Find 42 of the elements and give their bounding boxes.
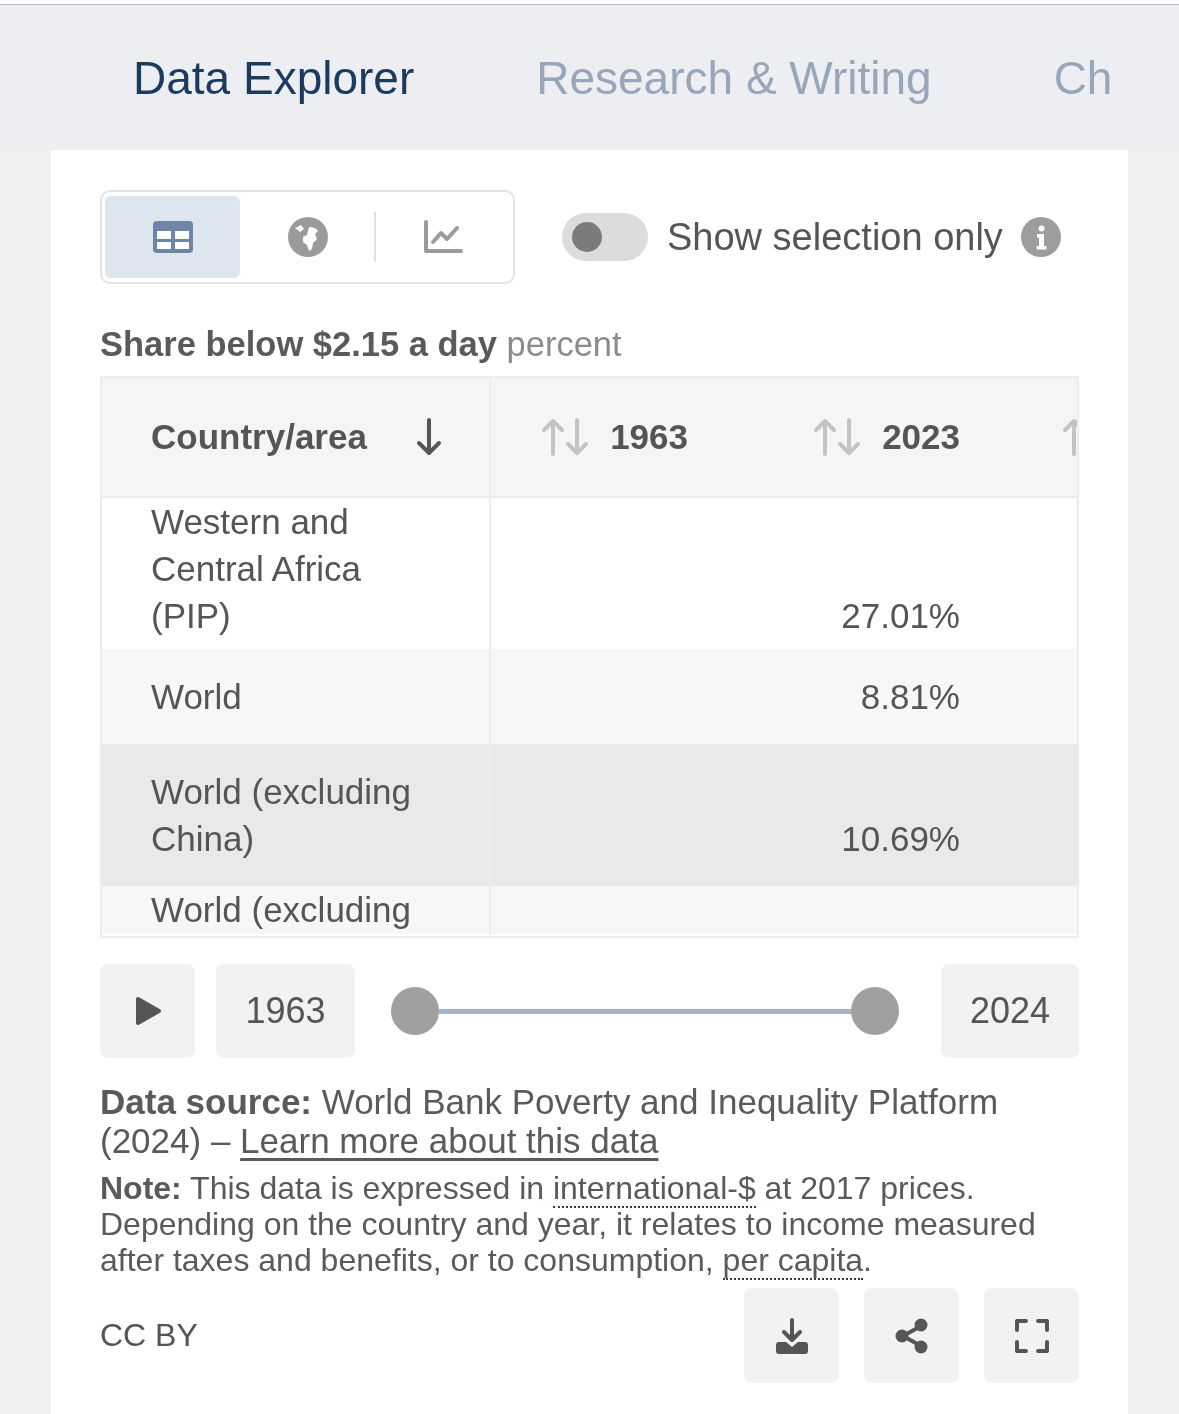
play-button[interactable] (100, 964, 195, 1058)
slider-thumb[interactable] (851, 987, 899, 1035)
source-text: Data source: World Bank Poverty and Inequality Platform (2024) – Learn more about this data (100, 1082, 1000, 1160)
column-header[interactable]: 1963 (541, 417, 688, 457)
table-icon (152, 221, 193, 253)
start-year-button[interactable]: 1963 (216, 964, 355, 1058)
table-row[interactable]: World (excluding (102, 886, 1077, 934)
toggle-switch[interactable] (562, 213, 648, 261)
table-cell-text: Western and Central Africa (PIP) (151, 501, 363, 637)
glossary-term[interactable]: international-$ (552, 1170, 756, 1208)
sort-icon[interactable] (541, 417, 590, 457)
sort-icon[interactable] (813, 417, 862, 457)
column-header[interactable]: 2023 (813, 417, 960, 457)
table-cell-text: 8.81% (860, 676, 960, 718)
end-year-button[interactable]: 2024 (941, 964, 1079, 1058)
table-cell-text: World (excluding (151, 889, 412, 931)
line-chart-icon (422, 220, 463, 254)
share-button[interactable] (864, 1288, 959, 1383)
tab[interactable]: Data Explorer (133, 49, 415, 106)
info-icon[interactable] (1020, 217, 1061, 257)
unit-label: percent (506, 325, 622, 363)
table-row[interactable]: World (excluding China) 10.69% (102, 744, 1077, 886)
share-icon (893, 1317, 930, 1354)
table-cell-text: 27.01% (841, 595, 960, 637)
table-view-button[interactable] (105, 196, 240, 278)
note-text: Note: This data is expressed in international-$ at 2017 prices. Depending on the country and year, it relates to income measured after taxes and benefits, or to consumption, per capita. (100, 1170, 1037, 1278)
slider-thumb[interactable] (391, 987, 439, 1035)
table-cell-text: World (151, 676, 242, 718)
column-header[interactable]: Country/area (151, 417, 443, 457)
table-cell-text: World (excluding China) (151, 771, 413, 860)
table-title: Share below $2.15 a day (100, 325, 497, 363)
learn-more-link[interactable]: Learn more about this data (240, 1121, 659, 1160)
fullscreen-button[interactable] (984, 1288, 1079, 1383)
table-row[interactable]: World 8.81% (102, 649, 1077, 744)
glossary-term[interactable]: per capita (722, 1242, 864, 1280)
table-cell-text: 10.69% (841, 818, 960, 860)
license-label: CC BY (100, 1317, 198, 1354)
download-button[interactable] (744, 1288, 839, 1383)
fullscreen-icon (1013, 1317, 1050, 1354)
toggle-label: Show selection only (667, 215, 1003, 259)
globe-icon (287, 217, 328, 257)
download-icon (773, 1317, 810, 1354)
